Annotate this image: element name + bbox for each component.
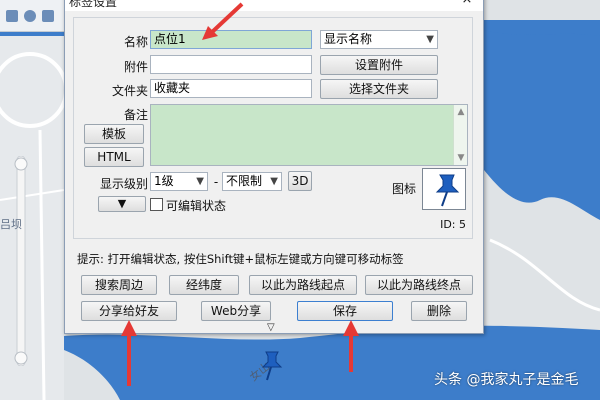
zoom-tool-icon[interactable] — [6, 9, 18, 22]
settings-panel: 名称 点位1 显示名称 ▼ 附件 设置附件 文件夹 收藏夹 选择文件夹 备注 ▲… — [73, 17, 473, 239]
share-friends-button[interactable]: 分享给好友 — [81, 301, 177, 321]
set-attachment-button[interactable]: 设置附件 — [320, 55, 438, 75]
name-input[interactable]: 点位1 — [150, 30, 312, 49]
delete-button[interactable]: 删除 — [411, 301, 467, 321]
icon-picker[interactable] — [422, 168, 466, 210]
locate-tool-icon[interactable] — [24, 9, 36, 22]
display-level-label: 显示级别 — [99, 177, 148, 191]
chevron-down-icon: ▼ — [270, 176, 278, 187]
pan-tool-icon[interactable] — [42, 9, 54, 22]
select-folder-button[interactable]: 选择文件夹 — [320, 79, 438, 99]
attachment-input[interactable] — [150, 55, 312, 74]
level-from-select[interactable]: 1级 ▼ — [150, 172, 208, 191]
map-place-label: 吕坝 — [0, 218, 22, 231]
editable-label: 可编辑状态 — [166, 199, 227, 213]
note-label: 备注 — [123, 108, 148, 122]
hint-text: 提示: 打开编辑状态, 按住Shift键+鼠标左键或方向键可移动标签 — [77, 252, 404, 266]
3d-button[interactable]: 3D — [288, 171, 312, 191]
level-to-select[interactable]: 不限制 ▼ — [222, 172, 282, 191]
icon-label: 图标 — [391, 182, 416, 196]
chevron-down-icon: ▼ — [117, 197, 127, 210]
icon-id: ID: 5 — [440, 218, 466, 231]
template-button[interactable]: 模板 — [84, 124, 144, 144]
map-toolbar — [0, 0, 66, 32]
display-mode-value: 显示名称 — [324, 32, 373, 46]
expand-button[interactable]: ▼ — [98, 196, 146, 212]
display-mode-select[interactable]: 显示名称 ▼ — [320, 30, 438, 49]
map-pin-icon[interactable] — [254, 348, 284, 382]
route-end-button[interactable]: 以此为路线终点 — [365, 275, 473, 295]
note-textarea[interactable]: ▲ ▼ — [150, 104, 468, 166]
pushpin-icon — [435, 174, 460, 207]
lat-lng-button[interactable]: 经纬度 — [169, 275, 239, 295]
collapse-triangle-icon[interactable]: ▽ — [267, 322, 275, 333]
search-nearby-button[interactable]: 搜索周边 — [81, 275, 157, 295]
label-settings-dialog: 标签设置 × 名称 点位1 显示名称 ▼ 附件 设置附件 文件夹 收藏夹 选择文… — [64, 0, 484, 334]
chevron-down-icon: ▼ — [426, 34, 434, 45]
note-scrollbar[interactable]: ▲ ▼ — [453, 105, 467, 165]
chevron-down-icon: ▼ — [196, 176, 204, 187]
save-button[interactable]: 保存 — [297, 301, 393, 321]
scroll-down-icon[interactable]: ▼ — [454, 153, 468, 163]
folder-input[interactable]: 收藏夹 — [150, 79, 312, 98]
scroll-up-icon[interactable]: ▲ — [454, 107, 468, 117]
folder-label: 文件夹 — [111, 84, 148, 98]
dialog-title: 标签设置 — [69, 0, 118, 9]
level-separator: - — [213, 175, 219, 189]
zoom-slider[interactable] — [14, 156, 28, 366]
level-to-value: 不限制 — [226, 174, 263, 188]
attachment-label: 附件 — [123, 60, 148, 74]
watermark: 头条 @我家丸子是金毛 — [434, 372, 579, 388]
route-start-button[interactable]: 以此为路线起点 — [249, 275, 357, 295]
editable-checkbox[interactable] — [150, 198, 163, 211]
close-icon[interactable]: × — [459, 0, 475, 8]
html-button[interactable]: HTML — [84, 147, 144, 167]
dialog-titlebar[interactable]: 标签设置 × — [65, 0, 483, 11]
web-share-button[interactable]: Web分享 — [201, 301, 271, 321]
level-from-value: 1级 — [154, 174, 174, 188]
name-label: 名称 — [123, 35, 148, 49]
